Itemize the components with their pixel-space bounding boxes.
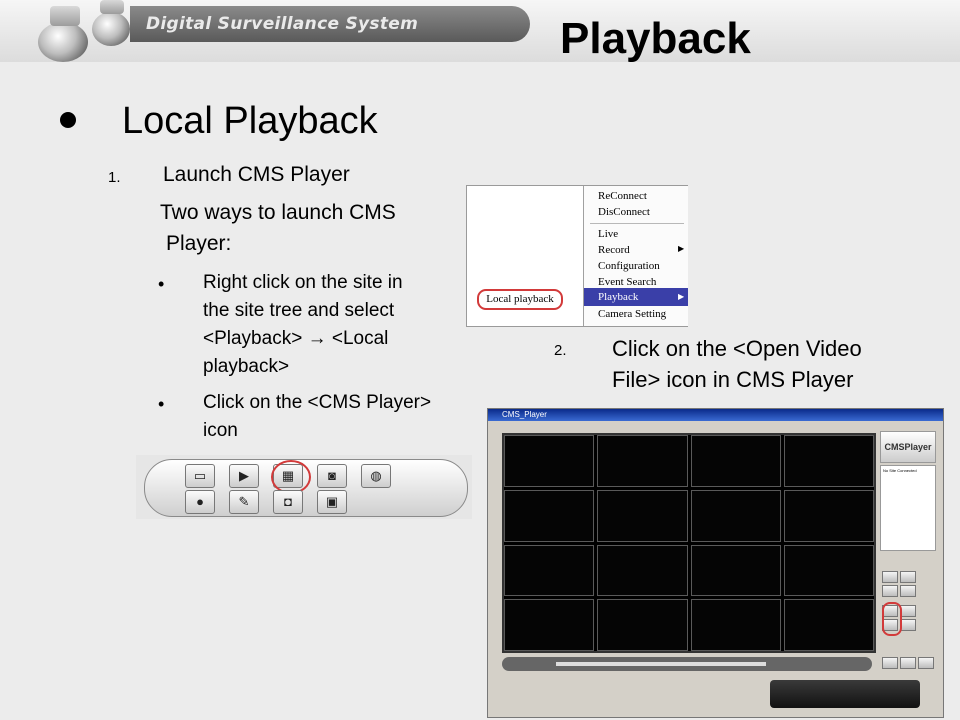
menu-item-live[interactable]: Live: [598, 228, 618, 240]
menu-item-configuration[interactable]: Configuration: [598, 260, 660, 272]
menu-separator: [590, 223, 684, 224]
video-cell[interactable]: [690, 435, 781, 487]
cms-player-screenshot: CMS_Player CMSPlayer No Site Connected: [487, 408, 944, 718]
dome-camera-icon: [38, 22, 88, 62]
banner-title: Digital Surveillance System: [146, 14, 419, 34]
play-button[interactable]: [900, 657, 916, 669]
video-cell[interactable]: [783, 544, 874, 597]
step2-line2: File> icon in CMS Player: [612, 367, 854, 392]
camera-mount-2: [100, 0, 124, 14]
play-icon[interactable]: ▶: [229, 464, 259, 488]
camera-mount: [50, 6, 80, 26]
step2-number: 2.: [554, 342, 567, 359]
local-playback-option[interactable]: Local playback: [477, 289, 563, 310]
context-menu: ReConnect DisConnect Live Record ▶ Confi…: [583, 186, 688, 326]
toolbar-pill: ▭ ▶ ▦ ◙ ◍ ● ✎ ◘ ▣: [144, 459, 468, 517]
slide-title: Playback: [560, 14, 751, 63]
video-cell[interactable]: [504, 489, 595, 542]
video-cell[interactable]: [504, 435, 595, 487]
bullet-dot: •: [158, 274, 165, 294]
menu-item-camera-setting[interactable]: Camera Setting: [598, 308, 666, 320]
dvr-device-image: [770, 680, 920, 708]
site-list: No Site Connected: [880, 465, 936, 551]
layout-button[interactable]: [900, 585, 916, 597]
video-cell[interactable]: [597, 544, 688, 597]
live-tv-icon[interactable]: ▭: [185, 464, 215, 488]
playback-slider[interactable]: [502, 657, 872, 671]
highlight-ring: [882, 602, 902, 636]
bullet-dot: •: [158, 394, 165, 414]
video-cell[interactable]: [690, 599, 781, 651]
menu-item-event-search[interactable]: Event Search: [598, 276, 656, 288]
highlight-ring: [271, 460, 311, 494]
slider-track: [556, 662, 766, 666]
snapshot-icon[interactable]: ◙: [317, 464, 347, 488]
video-cell[interactable]: [783, 489, 874, 542]
video-grid: [502, 433, 876, 653]
network-icon[interactable]: ◍: [361, 464, 391, 488]
bullet1-line2: the site tree and select: [203, 300, 395, 321]
player-logo: CMSPlayer: [880, 431, 936, 463]
menu-item-disconnect[interactable]: DisConnect: [598, 206, 650, 218]
menu-item-playback[interactable]: Playback: [598, 291, 638, 303]
lock-icon[interactable]: ▣: [317, 490, 347, 514]
video-cell[interactable]: [783, 435, 874, 487]
site-list-status: No Site Connected: [883, 468, 917, 473]
camera-icon[interactable]: ●: [185, 490, 215, 514]
video-cell[interactable]: [504, 544, 595, 597]
submenu-arrow-icon: ▶: [678, 292, 685, 301]
layout-button[interactable]: [900, 571, 916, 583]
cms-toolbar-screenshot: ▭ ▶ ▦ ◙ ◍ ● ✎ ◘ ▣: [136, 455, 472, 519]
rewind-button[interactable]: [882, 657, 898, 669]
player-title-bar: CMS_Player: [488, 409, 943, 421]
bullet1-line1: Right click on the site in: [203, 272, 403, 293]
dome-camera-icon-2: [92, 12, 130, 46]
context-menu-screenshot: Local playback ReConnect DisConnect Live…: [466, 185, 688, 327]
bullet2-line1: Click on the <CMS Player>: [203, 392, 432, 413]
video-cell[interactable]: [690, 489, 781, 542]
edit-icon[interactable]: ✎: [229, 490, 259, 514]
player-button[interactable]: [900, 619, 916, 631]
menu-item-record[interactable]: Record: [598, 244, 630, 256]
player-button[interactable]: [900, 605, 916, 617]
video-cell[interactable]: [504, 599, 595, 651]
menu-item-reconnect[interactable]: ReConnect: [598, 190, 647, 202]
intro-line2: Player:: [166, 232, 232, 255]
submenu-arrow-icon: ▶: [678, 244, 685, 253]
heading-bullet: [60, 112, 76, 128]
record-icon[interactable]: ◘: [273, 490, 303, 514]
bullet1-line4: playback>: [203, 356, 290, 377]
video-cell[interactable]: [597, 489, 688, 542]
section-heading: Local Playback: [122, 100, 378, 142]
bullet1-line3: <Playback> → <Local: [203, 328, 389, 349]
layout-button[interactable]: [882, 585, 898, 597]
forward-button[interactable]: [918, 657, 934, 669]
video-cell[interactable]: [783, 599, 874, 651]
intro-line1: Two ways to launch CMS: [160, 201, 396, 224]
step2-line1: Click on the <Open Video: [612, 336, 862, 361]
step1-number: 1.: [108, 169, 121, 186]
layout-button[interactable]: [882, 571, 898, 583]
video-cell[interactable]: [690, 544, 781, 597]
video-cell[interactable]: [597, 599, 688, 651]
bullet2-line2: icon: [203, 420, 238, 441]
step1-text: Launch CMS Player: [163, 163, 350, 186]
video-cell[interactable]: [597, 435, 688, 487]
